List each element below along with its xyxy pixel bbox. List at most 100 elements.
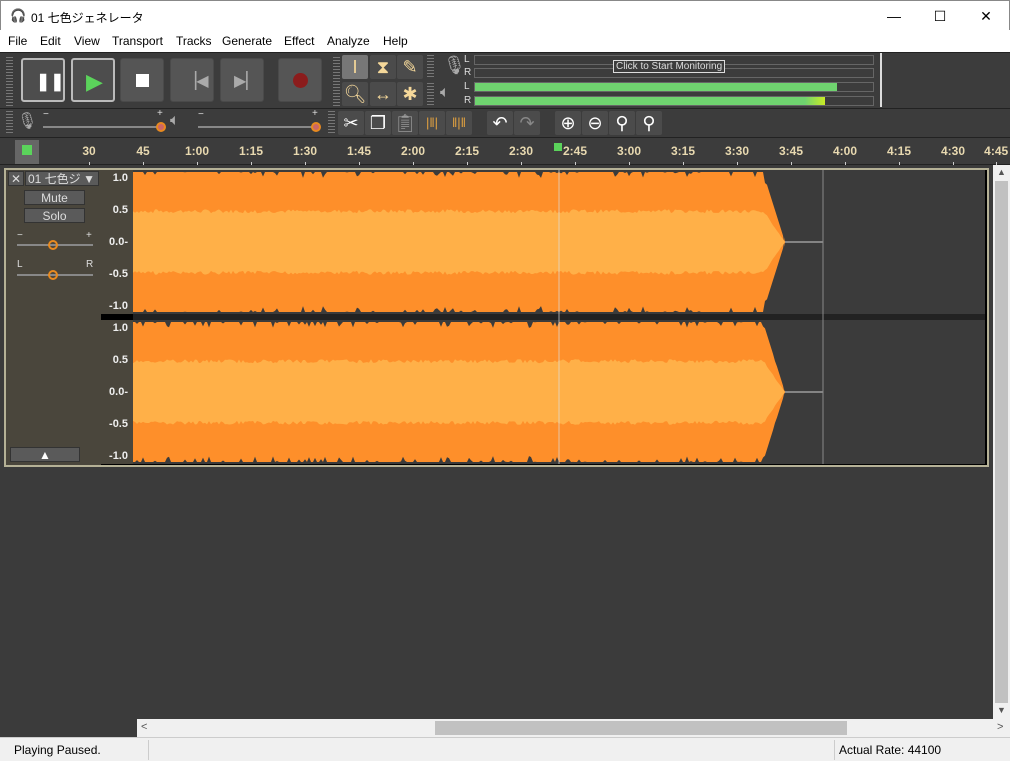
scroll-left-icon[interactable]: < xyxy=(141,721,147,733)
playback-volume-slider[interactable] xyxy=(198,122,321,132)
fit-selection-button[interactable]: ⚲ xyxy=(609,111,635,135)
fit-project-button[interactable]: ⚲ xyxy=(636,111,662,135)
envelope-tool[interactable]: ⧗ xyxy=(370,55,396,79)
pan-slider[interactable] xyxy=(17,270,93,280)
ruler-label: 3:00 xyxy=(616,144,642,158)
silence-button[interactable]: ‖|‖ xyxy=(446,111,472,135)
recording-volume-slider[interactable] xyxy=(43,122,166,132)
pin-icon xyxy=(22,145,32,155)
stop-button[interactable] xyxy=(120,58,164,102)
slider-thumb[interactable] xyxy=(48,240,58,250)
stop-icon xyxy=(136,74,149,87)
redo-button[interactable]: ↷ xyxy=(514,111,540,135)
slider-thumb[interactable] xyxy=(311,122,321,132)
slider-thumb[interactable] xyxy=(156,122,166,132)
playhead-marker[interactable] xyxy=(554,143,562,151)
toolbar-grip[interactable] xyxy=(6,111,13,135)
start-monitoring-button[interactable]: Click to Start Monitoring xyxy=(613,60,726,73)
close-button[interactable]: ✕ xyxy=(963,1,1009,31)
menu-analyze[interactable]: Analyze xyxy=(327,34,370,48)
chevron-up-icon: ▲ xyxy=(39,448,51,462)
track-control-panel[interactable]: ✕ 01 七色ジ ▼ Mute Solo − + L R ▲ xyxy=(6,170,101,465)
toolbar-grip[interactable] xyxy=(427,55,434,79)
vertical-ruler-right[interactable]: 1.0 0.5 0.0- -0.5 -1.0 xyxy=(101,320,133,464)
selection-tool[interactable]: I xyxy=(342,55,368,79)
time-shift-tool[interactable]: ↔ xyxy=(370,82,396,106)
meter-label-r: R xyxy=(464,67,472,78)
speaker-icon: 🔈︎ xyxy=(440,84,450,101)
toolbar-grip[interactable] xyxy=(427,83,434,107)
maximize-button[interactable]: ☐ xyxy=(917,1,963,31)
scroll-right-icon[interactable]: > xyxy=(997,721,1003,733)
gain-minus-label: − xyxy=(17,230,23,241)
scale-label: -1.0 xyxy=(109,300,128,312)
menu-tracks[interactable]: Tracks xyxy=(176,34,212,48)
actual-rate: Actual Rate: 44100 xyxy=(839,743,942,757)
play-button[interactable]: ▶ xyxy=(71,58,115,102)
menu-file[interactable]: File xyxy=(8,34,27,48)
zoom-tool[interactable]: 🔍︎ xyxy=(342,82,368,106)
skip-start-icon: ▕◀ xyxy=(184,73,209,90)
scrollbar-thumb[interactable] xyxy=(435,721,847,735)
close-track-button[interactable]: ✕ xyxy=(8,171,24,186)
menu-bar: File Edit View Transport Tracks Generate Effec… xyxy=(0,30,1010,52)
ruler-label: 1:45 xyxy=(346,144,372,158)
menu-help[interactable]: Help xyxy=(383,34,408,48)
scale-label: 0.0- xyxy=(109,386,128,398)
zoom-out-button[interactable]: ⊖ xyxy=(582,111,608,135)
ruler-label: 2:15 xyxy=(454,144,480,158)
vertical-scrollbar[interactable]: ▲ ▼ xyxy=(993,165,1010,719)
slider-thumb[interactable] xyxy=(48,270,58,280)
menu-transport[interactable]: Transport xyxy=(112,34,163,48)
paste-button[interactable]: 📋︎ xyxy=(392,111,418,135)
meter-label-l: L xyxy=(464,54,470,65)
horizontal-scrollbar[interactable]: < > xyxy=(137,719,1010,737)
play-icon: ▶ xyxy=(86,69,103,94)
undo-button[interactable]: ↶ xyxy=(487,111,513,135)
scroll-up-icon[interactable]: ▲ xyxy=(997,167,1006,177)
skip-start-button[interactable]: ▕◀ xyxy=(170,58,214,102)
draw-tool[interactable]: ✎ xyxy=(397,55,423,79)
title-bar: 🎧 01 七色ジェネレータ — ☐ ✕ xyxy=(0,0,1010,30)
vertical-ruler-left[interactable]: 1.0 0.5 0.0- -0.5 -1.0 xyxy=(101,170,133,314)
timeline-ruler[interactable]: 530451:001:151:301:452:002:152:302:453:0… xyxy=(0,137,1010,165)
gain-slider[interactable] xyxy=(17,240,93,250)
scale-label: 0.0- xyxy=(109,236,128,248)
toolbar-area: ❚❚ ▶ ▕◀ ▶▏ I ⧗ ✎ 🔍︎ ↔ ✱ 🎙︎ L R Click to … xyxy=(0,52,1010,137)
collapse-track-button[interactable]: ▲ xyxy=(10,447,80,462)
menu-view[interactable]: View xyxy=(74,34,100,48)
scale-label: -0.5 xyxy=(109,418,128,430)
trim-button[interactable]: |‖| xyxy=(419,111,445,135)
pause-button[interactable]: ❚❚ xyxy=(21,58,65,102)
scale-label: 1.0 xyxy=(112,322,128,334)
solo-button[interactable]: Solo xyxy=(24,208,85,223)
menu-edit[interactable]: Edit xyxy=(40,34,61,48)
copy-button[interactable]: ❐ xyxy=(365,111,391,135)
toolbar-grip[interactable] xyxy=(6,57,13,107)
scrollbar-thumb[interactable] xyxy=(995,181,1008,703)
cut-button[interactable]: ✂ xyxy=(338,111,364,135)
toolbar-grip[interactable] xyxy=(328,111,335,135)
ruler-label: 4:30 xyxy=(940,144,966,158)
skip-end-button[interactable]: ▶▏ xyxy=(220,58,264,102)
menu-generate[interactable]: Generate xyxy=(222,34,272,48)
multi-tool[interactable]: ✱ xyxy=(397,82,423,106)
meter-label-r: R xyxy=(464,95,472,106)
record-button[interactable] xyxy=(278,58,322,102)
waveform[interactable] xyxy=(133,170,985,464)
window-title: 01 七色ジェネレータ xyxy=(31,11,144,25)
pin-playhead-button[interactable] xyxy=(15,140,39,164)
ruler-label: 30 xyxy=(82,144,96,158)
zoom-in-button[interactable]: ⊕ xyxy=(555,111,581,135)
mute-button[interactable]: Mute xyxy=(24,190,85,205)
playback-meter-left[interactable] xyxy=(474,82,874,92)
menu-effect[interactable]: Effect xyxy=(284,34,314,48)
scroll-down-icon[interactable]: ▼ xyxy=(997,705,1006,715)
minimize-button[interactable]: — xyxy=(871,1,917,31)
meter-divider xyxy=(880,53,882,107)
toolbar-grip[interactable] xyxy=(333,57,340,107)
track-menu-button[interactable]: 01 七色ジ ▼ xyxy=(25,171,99,186)
headphones-icon: 🎧 xyxy=(10,8,27,23)
skip-end-icon: ▶▏ xyxy=(234,73,259,90)
playback-meter-right[interactable] xyxy=(474,96,874,106)
